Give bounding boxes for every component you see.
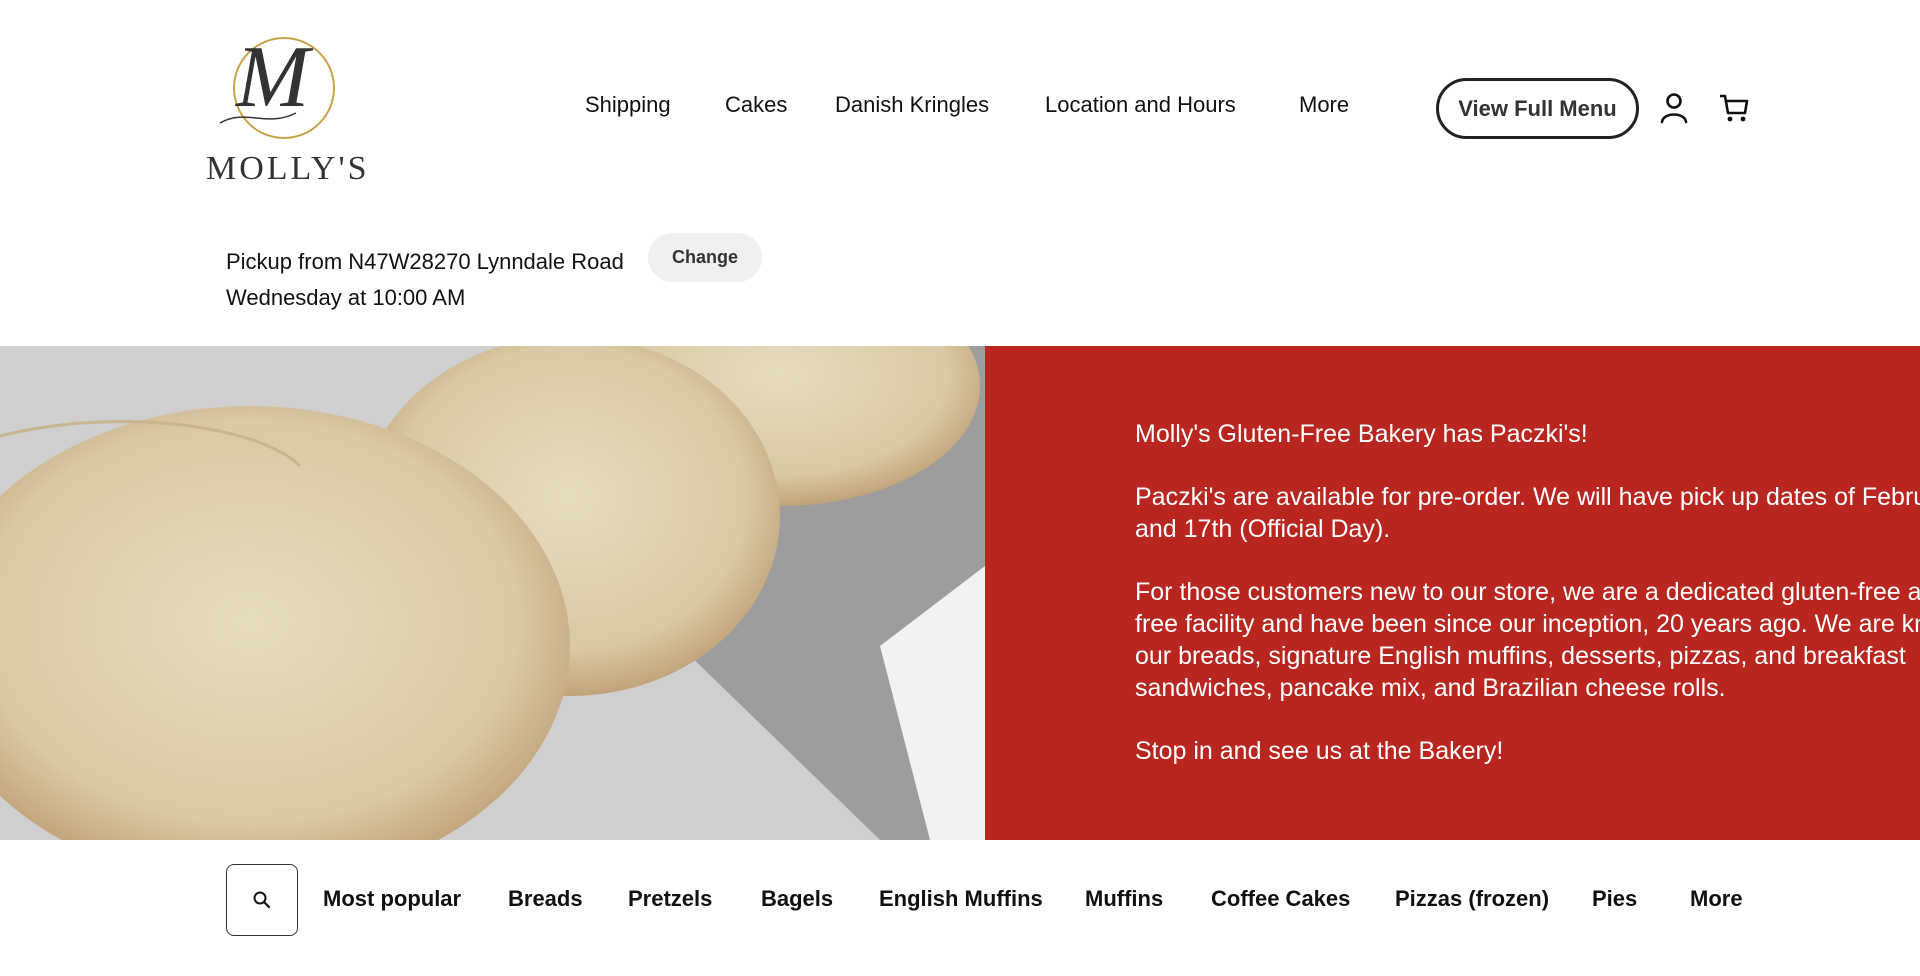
- nav-item-more[interactable]: More: [1299, 92, 1349, 118]
- bakery-logo[interactable]: M MOLLY'S: [206, 28, 370, 188]
- category-pizzas-frozen[interactable]: Pizzas (frozen): [1395, 886, 1549, 912]
- hero-paragraph-about: For those customers new to our store, we…: [1135, 578, 1920, 702]
- pickup-location: Pickup from N47W28270 Lynndale Road: [226, 249, 624, 274]
- nav-item-location-hours[interactable]: Location and Hours: [1045, 92, 1236, 118]
- category-english-muffins[interactable]: English Muffins: [879, 886, 1043, 912]
- logo-wordmark: MOLLY'S: [206, 150, 370, 187]
- cart-button[interactable]: [1712, 86, 1756, 130]
- category-most-popular[interactable]: Most popular: [323, 886, 461, 912]
- category-coffee-cakes[interactable]: Coffee Cakes: [1211, 886, 1350, 912]
- category-breads[interactable]: Breads: [508, 886, 583, 912]
- search-icon: [253, 891, 271, 909]
- hero-image: [0, 346, 985, 840]
- category-pies[interactable]: Pies: [1592, 886, 1637, 912]
- category-pretzels[interactable]: Pretzels: [628, 886, 712, 912]
- view-full-menu-button[interactable]: View Full Menu: [1436, 78, 1639, 139]
- paczki-image: [0, 346, 985, 840]
- category-more[interactable]: More: [1690, 886, 1743, 912]
- logo-monogram: M: [234, 29, 314, 126]
- hero-announcement: Molly's Gluten-Free Bakery has Paczki's!…: [985, 346, 1920, 840]
- category-muffins[interactable]: Muffins: [1085, 886, 1163, 912]
- hero-headline: Molly's Gluten-Free Bakery has Paczki's!: [1135, 420, 1588, 448]
- pickup-time: Wednesday at 10:00 AM: [226, 285, 466, 310]
- user-icon: [1660, 93, 1688, 124]
- hero-copy: Molly's Gluten-Free Bakery has Paczki's!…: [1135, 418, 1920, 798]
- pickup-info: Pickup from N47W28270 Lynndale Road Wedn…: [226, 244, 624, 316]
- nav-item-shipping[interactable]: Shipping: [585, 92, 671, 118]
- hero-paragraph-visit: Stop in and see us at the Bakery!: [1135, 737, 1504, 765]
- hero-paragraph-preorder: Paczki's are available for pre-order. We…: [1135, 483, 1920, 543]
- account-button[interactable]: [1652, 86, 1696, 130]
- category-search-button[interactable]: [226, 864, 298, 936]
- category-bagels[interactable]: Bagels: [761, 886, 833, 912]
- nav-item-cakes[interactable]: Cakes: [725, 92, 787, 118]
- change-pickup-button[interactable]: Change: [648, 233, 762, 282]
- logo-emblem: M: [219, 29, 335, 139]
- nav-item-danish-kringles[interactable]: Danish Kringles: [835, 92, 989, 118]
- cart-icon: [1720, 94, 1749, 122]
